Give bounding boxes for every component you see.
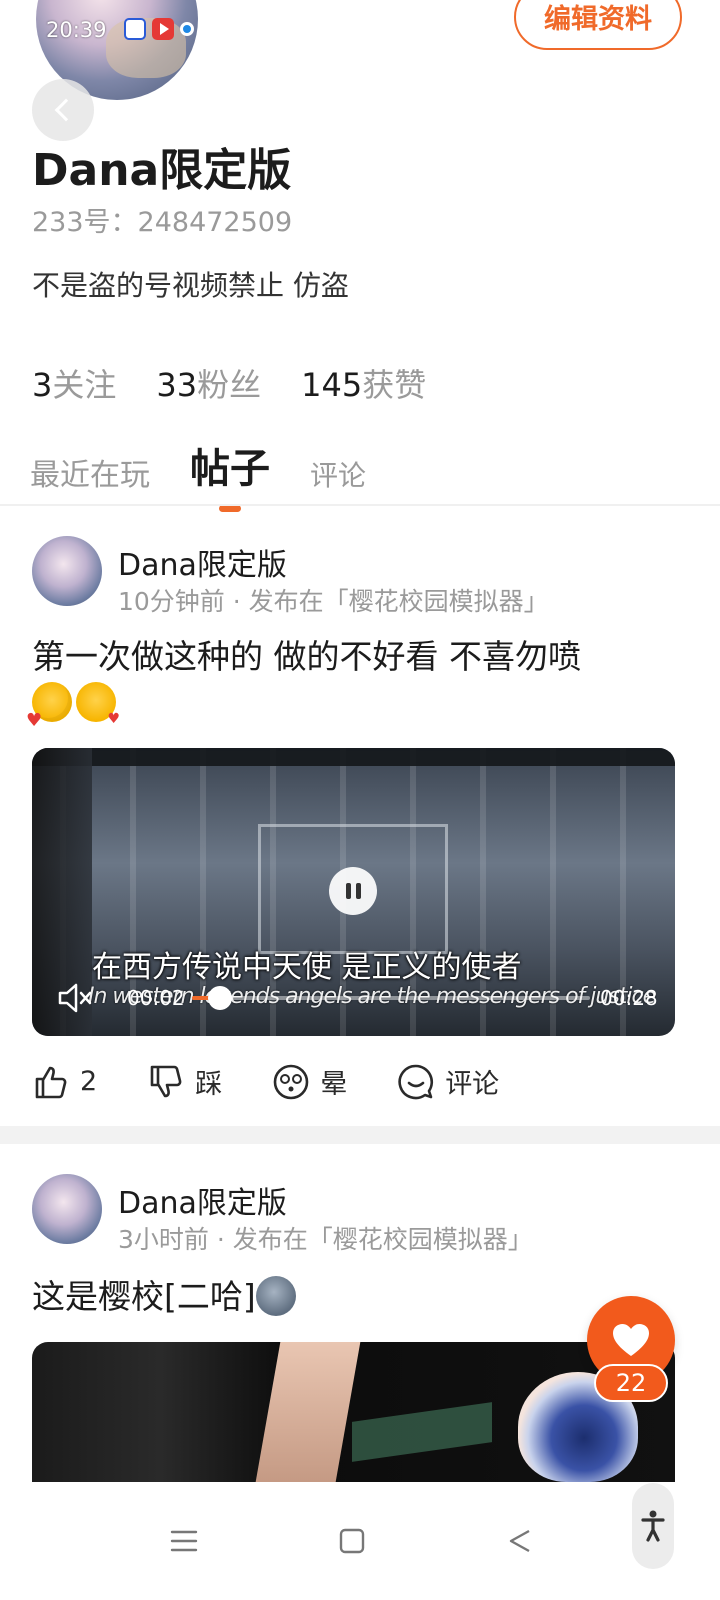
video-top-bar (32, 748, 675, 766)
post-author[interactable]: Dana限定版 (118, 540, 287, 584)
profile-name: Dana限定版 (32, 145, 292, 196)
tab-recently-played[interactable]: 最近在玩 (30, 450, 150, 494)
edit-profile-button[interactable]: 编辑资料 (514, 0, 682, 50)
video-current-time: 00:02 (127, 986, 185, 1010)
video-thumbnail-detail (255, 1342, 361, 1482)
like-count: 2 (80, 1066, 98, 1097)
post-avatar[interactable] (32, 1174, 102, 1244)
back-nav-button[interactable] (490, 1511, 550, 1571)
post-author[interactable]: Dana限定版 (118, 1178, 287, 1222)
video-progress-bar[interactable] (192, 986, 590, 1010)
accessibility-button[interactable] (632, 1483, 674, 1569)
post-meta[interactable]: 3小时前 · 发布在「樱花校园模拟器」 (118, 1220, 533, 1256)
square-icon (339, 1528, 365, 1554)
profile-bio: 不是盗的号视频禁止 仿盗 (32, 269, 349, 302)
tab-active-indicator (219, 505, 241, 512)
post-text-content: 这是樱校[二哈] (32, 1277, 256, 1316)
like-button[interactable]: 2 (32, 1063, 97, 1101)
pause-icon-bar (355, 883, 361, 899)
mute-icon[interactable] (58, 982, 92, 1014)
tab-posts-label: 帖子 (190, 446, 270, 492)
system-nav-bar (0, 1483, 720, 1600)
profile-stats: 3关注 33粉丝 145获赞 (32, 360, 426, 406)
tabs-divider (0, 504, 720, 506)
profile-id: 233号：248472509 (32, 207, 293, 238)
comment-icon (398, 1064, 434, 1099)
stat-followers-count: 33 (156, 366, 198, 404)
accessibility-icon (641, 1510, 665, 1542)
post-avatar[interactable] (32, 536, 102, 606)
post-divider (0, 1126, 720, 1144)
dizzy-face-icon (273, 1064, 309, 1099)
tab-comments[interactable]: 评论 (310, 454, 366, 494)
post-meta[interactable]: 10分钟前 · 发布在「樱花校园模拟器」 (118, 582, 549, 618)
floating-like-count: 22 (594, 1364, 668, 1402)
pause-icon (345, 883, 351, 899)
video-app-icon (152, 18, 174, 40)
profile-tabs: 最近在玩 帖子 评论 (30, 436, 366, 512)
video-thumbnail-detail (352, 1402, 492, 1462)
notification-dot-icon (180, 22, 194, 36)
video-subtitle: 在西方传说中天使 是正义的使者 (92, 950, 522, 985)
stat-likes-label: 获赞 (362, 366, 427, 404)
chevron-left-icon (54, 98, 78, 122)
stat-following-label: 关注 (52, 366, 117, 404)
thumbs-down-icon (150, 1065, 182, 1097)
stat-likes-count: 145 (301, 366, 363, 404)
dislike-button[interactable]: 踩 (147, 1062, 222, 1101)
stat-likes[interactable]: 145获赞 (301, 360, 426, 406)
home-button[interactable] (322, 1511, 382, 1571)
back-button[interactable] (32, 79, 94, 141)
post-text-content: 第一次做这种的 做的不好看 不喜勿喷 (32, 637, 581, 676)
heart-icon (613, 1324, 649, 1356)
comment-label: 评论 (445, 1069, 500, 1100)
stat-followers[interactable]: 33粉丝 (156, 360, 261, 406)
new-moon-face-emoji-icon (255, 1276, 296, 1316)
post-text[interactable]: 第一次做这种的 做的不好看 不喜勿喷 (26, 634, 692, 744)
video-total-time: 00:28 (600, 986, 658, 1010)
face-blowing-kiss-emoji-icon (76, 682, 120, 742)
menu-icon (170, 1530, 198, 1552)
smiling-face-with-hearts-emoji-icon (26, 682, 72, 744)
menu-button[interactable] (154, 1511, 214, 1571)
thumbs-up-icon (35, 1066, 67, 1098)
stat-following[interactable]: 3关注 (32, 360, 116, 406)
triangle-back-icon (509, 1529, 530, 1553)
pause-button[interactable] (329, 867, 377, 915)
dizzy-label: 晕 (320, 1069, 348, 1100)
video-thumbnail[interactable] (32, 1342, 675, 1482)
post-text[interactable]: 这是樱校[二哈] (32, 1274, 692, 1320)
baidu-icon (124, 18, 146, 40)
status-time: 20:39 (46, 18, 107, 42)
stat-followers-label: 粉丝 (197, 366, 262, 404)
status-icons (124, 18, 194, 40)
video-progress-knob[interactable] (207, 986, 232, 1010)
post-actions: 2 踩 晕 评论 (32, 1062, 549, 1101)
tab-posts[interactable]: 帖子 (190, 436, 270, 512)
video-player[interactable]: 在西方传说中天使 是正义的使者 In western legends angel… (32, 748, 675, 1036)
comment-button[interactable]: 评论 (397, 1062, 499, 1101)
stat-following-count: 3 (32, 366, 53, 404)
dislike-label: 踩 (195, 1069, 223, 1100)
dizzy-button[interactable]: 晕 (272, 1062, 347, 1101)
